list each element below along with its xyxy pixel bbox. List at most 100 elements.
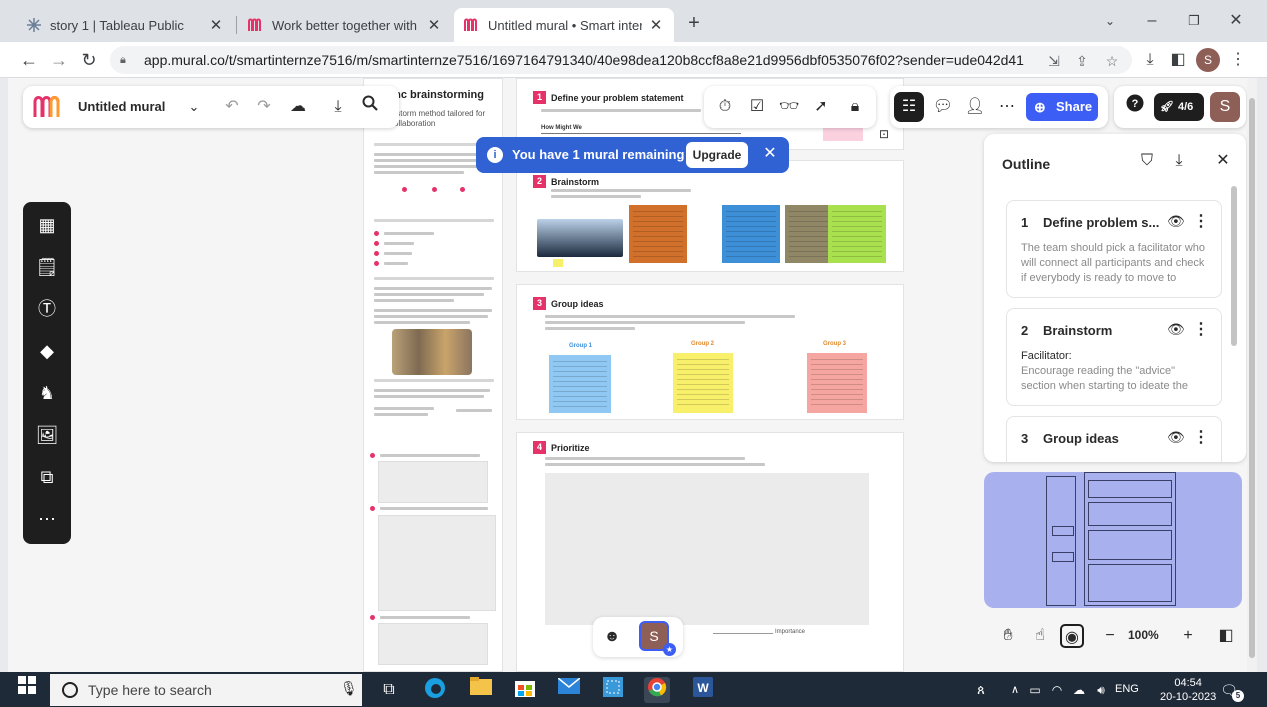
templates-icon[interactable]: ▦: [34, 212, 60, 238]
outline-item-brainstorm[interactable]: 2 Brainstorm 👁︎ ⋮ Facilitator: Encourage …: [1006, 308, 1222, 406]
more-tools-icon[interactable]: ⋯: [34, 506, 60, 532]
section-prioritize[interactable]: 4 Prioritize Importance: [516, 432, 904, 672]
outline-item-group-ideas[interactable]: 3 Group ideas 👁︎ ⋮: [1006, 416, 1222, 462]
microphone-icon[interactable]: 🎙︎: [340, 680, 358, 697]
export-download-icon[interactable]: ⤓: [1166, 148, 1192, 174]
section-group-ideas[interactable]: 3 Group ideas Group 1 Group 2 Group 3: [516, 284, 904, 420]
help-icon[interactable]: ?: [1122, 94, 1148, 120]
mural-title[interactable]: Untitled mural: [78, 99, 165, 114]
restore-icon[interactable]: ❐: [1174, 8, 1214, 34]
export-download-icon[interactable]: ⤓: [325, 94, 351, 120]
timer-icon[interactable]: ⏱: [712, 94, 738, 120]
download-icon[interactable]: ⤓: [1138, 48, 1162, 72]
clock[interactable]: 04:54 20-10-2023: [1160, 676, 1216, 704]
window-close-icon[interactable]: ✕: [1216, 8, 1256, 34]
forward-arrow-icon[interactable]: →: [46, 47, 72, 73]
chevron-down-icon[interactable]: ⌄: [181, 94, 207, 120]
outline-icon[interactable]: ☷: [894, 92, 924, 122]
sticky-note-yellow[interactable]: [673, 353, 733, 413]
summon-icon[interactable]: ➚: [808, 94, 834, 120]
voting-image[interactable]: [537, 219, 623, 257]
small-sticky[interactable]: [553, 259, 563, 267]
add-area-icon[interactable]: ⛉: [1134, 148, 1160, 174]
chrome-icon[interactable]: [644, 677, 670, 703]
snip-app-icon[interactable]: [600, 677, 626, 703]
diagram-icon[interactable]: ⧉: [34, 464, 60, 490]
bookmark-star-icon[interactable]: ☆: [1102, 51, 1122, 71]
comment-icon[interactable]: 💬︎: [930, 94, 956, 120]
text-icon[interactable]: Ⓣ: [34, 296, 60, 322]
side-panel-icon[interactable]: ◧: [1166, 48, 1190, 72]
sticky-drop-area[interactable]: [378, 623, 488, 665]
outline-item-define-problem[interactable]: 1 Define problem s... 👁︎ ⋮ The team shou…: [1006, 200, 1222, 298]
icons-library-icon[interactable]: ♞: [34, 380, 60, 406]
sticky-note-green[interactable]: [828, 205, 886, 263]
more-icon[interactable]: ⋯: [994, 94, 1020, 120]
prioritization-grid[interactable]: [545, 473, 869, 625]
search-icon[interactable]: [357, 94, 383, 120]
sticky-note-pink[interactable]: [807, 353, 867, 413]
new-tab-button[interactable]: +: [680, 10, 708, 38]
sticky-drop-area[interactable]: [378, 515, 496, 611]
export-icon[interactable]: ⊡: [879, 127, 889, 141]
eye-icon[interactable]: 👁︎: [1167, 429, 1185, 446]
install-app-icon[interactable]: ⇲: [1044, 51, 1064, 71]
sticky-note-orange[interactable]: [629, 205, 687, 263]
windows-start-icon[interactable]: [14, 676, 40, 702]
close-icon[interactable]: ✕: [208, 16, 224, 34]
share-button[interactable]: ⊕ Share: [1026, 93, 1098, 121]
address-bar[interactable]: 🔒︎ app.mural.co/t/smartinternze7516/m/sm…: [110, 46, 1132, 74]
profile-avatar[interactable]: S: [1196, 48, 1220, 72]
minimap[interactable]: [984, 472, 1242, 608]
section-brainstorm[interactable]: 2 Brainstorm: [516, 160, 904, 272]
select-hand-icon[interactable]: ☝︎: [1028, 624, 1052, 648]
word-icon[interactable]: W: [690, 677, 716, 703]
share-page-icon[interactable]: ⇪: [1072, 51, 1092, 71]
eye-icon[interactable]: 👁︎: [1167, 321, 1185, 338]
upgrade-button[interactable]: Upgrade: [686, 142, 748, 168]
lock-icon[interactable]: 🔒︎: [842, 94, 868, 120]
undo-icon[interactable]: ↶: [219, 94, 245, 120]
zoom-out-icon[interactable]: −: [1098, 624, 1122, 648]
outline-scrollbar[interactable]: [1230, 178, 1238, 458]
people-icon[interactable]: ጰ: [968, 677, 994, 703]
url-text[interactable]: app.mural.co/t/smartinternze7516/m/smart…: [144, 52, 1024, 68]
edge-browser-icon[interactable]: [422, 677, 448, 703]
tab-mural-marketing[interactable]: Work better together with Mural ✕: [238, 8, 452, 42]
redo-icon[interactable]: ↷: [251, 94, 277, 120]
close-icon[interactable]: ✕: [761, 145, 779, 163]
image-icon[interactable]: 🖼︎: [34, 422, 60, 448]
shapes-icon[interactable]: ◆: [34, 338, 60, 364]
zoom-level[interactable]: 100%: [1128, 628, 1159, 642]
taskbar-search[interactable]: Type here to search 🎙︎: [50, 674, 362, 706]
browser-menu-icon[interactable]: ⋮: [1226, 48, 1250, 72]
more-vertical-icon[interactable]: ⋮: [1193, 211, 1209, 231]
fullscreen-icon[interactable]: ◧: [1214, 624, 1238, 648]
emoji-icon[interactable]: ☻: [599, 624, 625, 650]
tab-search-chevron-icon[interactable]: ⌄: [1090, 8, 1130, 34]
tab-tableau[interactable]: story 1 | Tableau Public ✕: [16, 8, 234, 42]
close-icon[interactable]: ✕: [648, 16, 664, 34]
language-indicator[interactable]: ENG: [1115, 683, 1139, 695]
sticky-note-icon[interactable]: 🗒︎: [34, 254, 60, 280]
file-explorer-icon[interactable]: [468, 677, 494, 703]
mural-logo-icon[interactable]: [33, 95, 63, 122]
minimap-toggle-icon[interactable]: ◉: [1060, 624, 1084, 648]
hand-pan-icon[interactable]: ✋︎: [996, 624, 1020, 648]
launch-progress-button[interactable]: 🚀︎ 4/6: [1154, 93, 1204, 121]
page-scrollbar[interactable]: [1247, 78, 1257, 672]
private-mode-icon[interactable]: 👓︎: [776, 94, 802, 120]
eye-icon[interactable]: 👁︎: [1167, 213, 1185, 230]
close-icon[interactable]: ✕: [426, 16, 442, 34]
task-view-icon[interactable]: ⧉: [376, 677, 402, 703]
minimize-icon[interactable]: –: [1132, 8, 1172, 34]
cloud-saved-icon[interactable]: ☁: [285, 94, 311, 120]
close-icon[interactable]: ✕: [1210, 148, 1236, 174]
more-vertical-icon[interactable]: ⋮: [1193, 319, 1209, 339]
collaborators-icon[interactable]: 👤︎: [962, 94, 988, 120]
mail-icon[interactable]: [556, 677, 582, 703]
volume-icon[interactable]: 🔊︎: [1088, 677, 1114, 703]
sticky-drop-area[interactable]: [378, 461, 488, 503]
voting-icon[interactable]: ☑: [744, 94, 770, 120]
tab-untitled-mural[interactable]: Untitled mural • Smart internze ✕: [454, 8, 674, 42]
